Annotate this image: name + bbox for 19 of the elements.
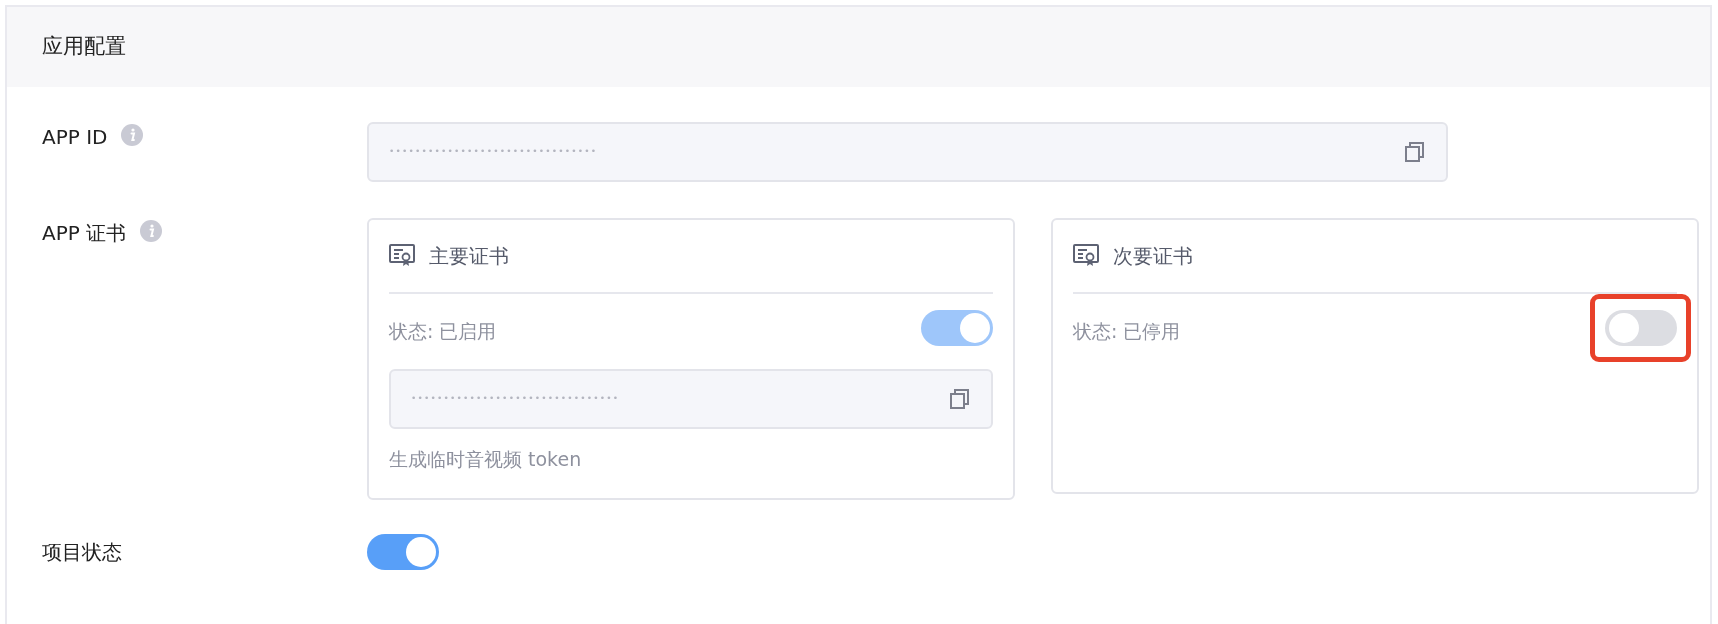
info-icon (140, 220, 163, 242)
certificate-icon (389, 244, 415, 268)
masked-value: •••••••••••••••••••••••••••••••• (411, 392, 620, 406)
toggle-switch[interactable] (1605, 310, 1677, 346)
certificate-icon (1073, 244, 1099, 268)
status-text: 状态: 已启用 (389, 319, 497, 345)
toggle-switch[interactable] (367, 534, 439, 570)
panel-title: 应用配置 (42, 33, 126, 61)
field-label: APP ID (42, 124, 108, 151)
masked-value: •••••••••••••••••••••••••••••••• (389, 145, 598, 159)
field-label: APP 证书 (42, 220, 127, 247)
info-icon (121, 124, 144, 146)
status-text: 状态: 已停用 (1073, 319, 1181, 345)
card-title: 次要证书 (1113, 243, 1193, 270)
copy-icon[interactable] (949, 388, 971, 410)
masked-field[interactable]: •••••••••••••••••••••••••••••••• (367, 122, 1448, 182)
field-label: 项目状态 (42, 539, 122, 566)
card-title: 主要证书 (429, 243, 509, 270)
copy-icon[interactable] (1404, 141, 1426, 163)
